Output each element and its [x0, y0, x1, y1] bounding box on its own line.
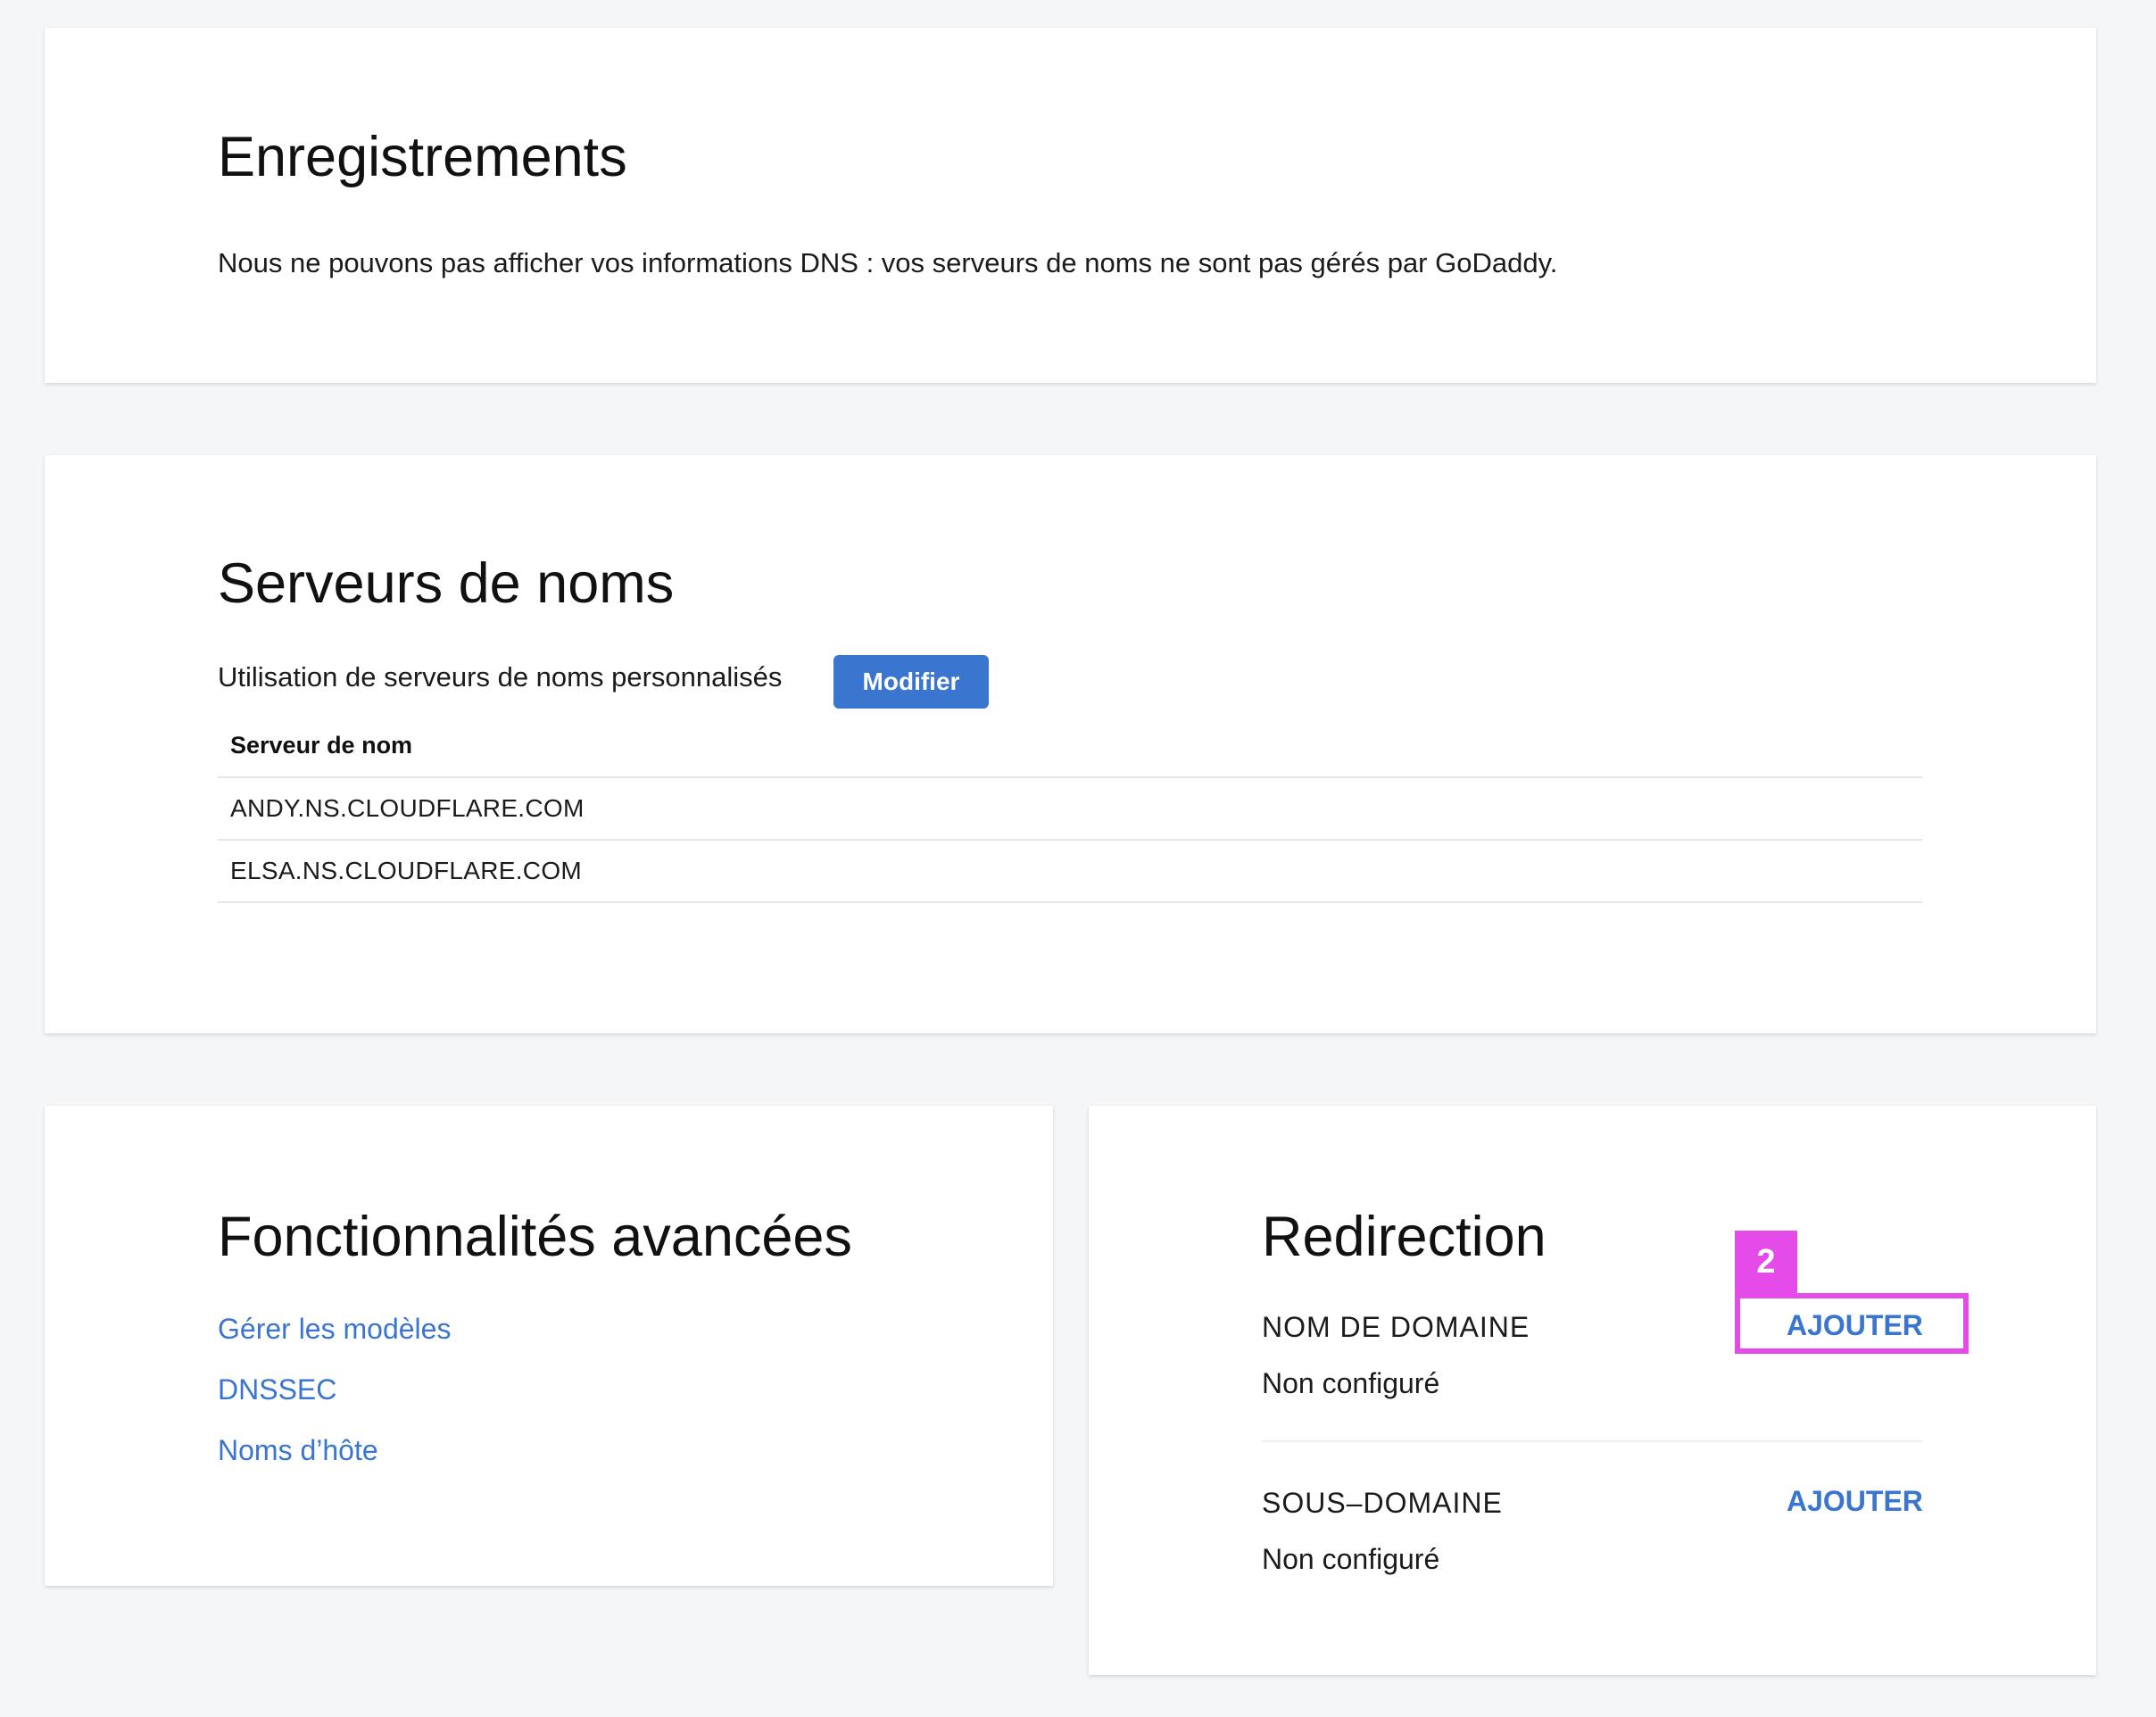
annotation-badge: 2	[1735, 1231, 1797, 1293]
advanced-features-title: Fonctionnalités avancées	[218, 1206, 852, 1268]
domain-forwarding-label: NOM DE DOMAINE	[1262, 1311, 1530, 1343]
table-row: ELSA.NS.CLOUDFLARE.COM	[218, 841, 1922, 903]
forwarding-title: Redirection	[1262, 1206, 1547, 1268]
records-message: Nous ne pouvons pas afficher vos informa…	[218, 247, 1558, 278]
advanced-features-card: Fonctionnalités avancées Gérer les modèl…	[45, 1106, 1053, 1586]
add-subdomain-forwarding-button[interactable]: AJOUTER	[1787, 1487, 1923, 1515]
forwarding-card: Redirection NOM DE DOMAINE AJOUTER Non c…	[1089, 1106, 2096, 1675]
subdomain-forwarding-label: SOUS–DOMAINE	[1262, 1487, 1503, 1519]
subdomain-forwarding-status: Non configuré	[1262, 1543, 1440, 1575]
nameservers-title: Serveurs de noms	[218, 552, 675, 615]
nameserver-column-header: Serveur de nom	[218, 714, 1922, 778]
modify-nameservers-button[interactable]: Modifier	[833, 655, 989, 709]
dnssec-link[interactable]: DNSSEC	[218, 1375, 336, 1404]
records-title: Enregistrements	[218, 126, 627, 188]
manage-templates-link[interactable]: Gérer les modèles	[218, 1315, 451, 1343]
table-row: ANDY.NS.CLOUDFLARE.COM	[218, 778, 1922, 841]
domain-forwarding-status: Non configuré	[1262, 1367, 1440, 1399]
hostnames-link[interactable]: Noms d’hôte	[218, 1436, 378, 1464]
add-domain-forwarding-button[interactable]: AJOUTER	[1787, 1311, 1923, 1340]
records-card: Enregistrements Nous ne pouvons pas affi…	[45, 28, 2096, 383]
nameservers-card: Serveurs de noms Utilisation de serveurs…	[45, 455, 2096, 1033]
section-divider	[1262, 1440, 1922, 1442]
nameservers-status-text: Utilisation de serveurs de noms personna…	[218, 661, 783, 693]
nameservers-table: Serveur de nom ANDY.NS.CLOUDFLARE.COM EL…	[218, 714, 1922, 903]
